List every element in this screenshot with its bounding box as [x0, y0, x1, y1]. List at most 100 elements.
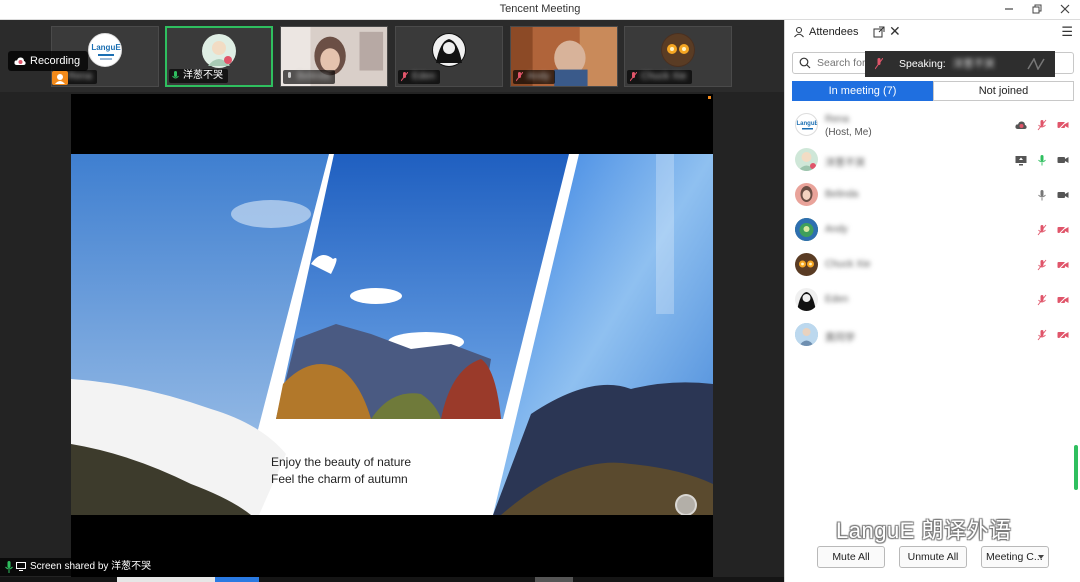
video-area: LanguE Rena 洋葱不哭 Belinda Eden Andy Chuck…	[0, 20, 784, 582]
unmute-all-button[interactable]: Unmute All	[899, 546, 967, 568]
participant-name: Andy	[527, 71, 550, 82]
tab-not-joined[interactable]: Not joined	[933, 81, 1074, 101]
attendees-panel-title: Attendees	[809, 26, 859, 38]
cloud-record-icon	[1015, 119, 1027, 131]
speaking-label: Speaking:	[899, 58, 946, 70]
screen-share-icon	[1015, 154, 1027, 166]
search-icon	[799, 57, 811, 69]
attendee-name: Eden	[825, 294, 849, 305]
avatar	[795, 253, 818, 276]
attendee-status-icons	[1015, 154, 1069, 166]
attendee-row[interactable]: Andy	[785, 213, 1080, 247]
participant-nametag: Andy	[513, 70, 555, 84]
recording-indicator[interactable]: Recording	[8, 51, 89, 71]
window-controls	[1002, 2, 1072, 16]
participant-thumbnail[interactable]: Chuck Xie	[624, 26, 732, 87]
close-panel-icon[interactable]: ✕	[889, 23, 901, 40]
participant-name: Eden	[412, 71, 436, 82]
minimize-icon[interactable]	[1002, 2, 1016, 16]
attendee-row[interactable]: Chuck Xie	[785, 248, 1080, 282]
attendee-row[interactable]: 黄同学	[785, 318, 1080, 352]
mic-muted-icon	[401, 72, 408, 82]
attendee-row[interactable]: Eden	[785, 283, 1080, 317]
mic-active-icon[interactable]	[1036, 154, 1048, 166]
attendee-status-icons	[1036, 329, 1069, 341]
mute-all-button[interactable]: Mute All	[817, 546, 885, 568]
camera-on-icon[interactable]	[1057, 154, 1069, 166]
mic-active-icon	[5, 561, 13, 573]
avatar	[432, 33, 466, 67]
wechat-logo-icon	[796, 519, 830, 543]
restore-icon[interactable]	[1030, 2, 1044, 16]
attendee-row[interactable]: Belinda	[785, 178, 1080, 212]
window-title: Tencent Meeting	[499, 3, 581, 15]
attendees-icon	[794, 27, 804, 38]
taskbar-strip	[0, 577, 784, 582]
participant-thumbnail[interactable]: Andy	[510, 26, 618, 87]
screen-shared-by-label: Screen shared by 洋葱不哭	[30, 561, 152, 572]
mic-muted-icon[interactable]	[1036, 259, 1048, 271]
mic-muted-icon	[875, 58, 883, 70]
attendee-name: Rena	[825, 114, 849, 125]
meeting-controls-label: Meeting C...	[986, 551, 1043, 563]
slide-caption-line-2: Feel the charm of autumn	[271, 472, 408, 486]
taskbar-item[interactable]	[117, 577, 215, 582]
meeting-controls-dropdown[interactable]: Meeting C...	[981, 546, 1049, 568]
slide: Enjoy the beauty of nature Feel the char…	[71, 154, 713, 515]
attendee-status-icons	[1036, 294, 1069, 306]
participant-nametag: Belinda	[283, 70, 336, 84]
participant-thumbnail-active[interactable]: 洋葱不哭	[165, 26, 273, 87]
mic-muted-icon[interactable]	[1036, 224, 1048, 236]
attendees-panel: Attendees ✕ ☰ Speaking: 洋葱不哭 In meeting …	[784, 20, 1080, 582]
avatar: LanguE	[795, 113, 818, 136]
logo-text: LanguE	[91, 43, 121, 52]
camera-off-icon[interactable]	[1057, 329, 1069, 341]
attendee-status-icons	[1036, 189, 1069, 201]
attendee-status-icons	[1015, 119, 1069, 131]
taskbar-item-active[interactable]	[215, 577, 259, 582]
avatar	[795, 148, 818, 171]
participant-nametag: 洋葱不哭	[169, 69, 228, 83]
mic-muted-icon[interactable]	[1036, 329, 1048, 341]
attendee-name: Chuck Xie	[825, 259, 871, 270]
participant-name: Belinda	[297, 71, 331, 82]
avatar	[202, 34, 236, 68]
mic-muted-icon[interactable]	[1036, 119, 1048, 131]
tab-in-meeting[interactable]: In meeting (7)	[792, 81, 933, 101]
mic-muted-icon	[516, 72, 523, 82]
attendee-status-icons	[1036, 224, 1069, 236]
camera-on-icon[interactable]	[1057, 189, 1069, 201]
screen-share-icon	[16, 562, 26, 571]
host-badge-icon	[52, 71, 68, 85]
attendee-row[interactable]: 洋葱不哭	[785, 143, 1080, 177]
close-window-icon[interactable]	[1058, 2, 1072, 16]
attendees-panel-header: Attendees ✕ ☰	[785, 20, 1080, 44]
attendee-role: (Host, Me)	[825, 127, 872, 138]
panel-menu-icon[interactable]: ☰	[1061, 24, 1073, 40]
camera-off-icon[interactable]	[1057, 259, 1069, 271]
attendee-row[interactable]: LanguE Rena (Host, Me)	[785, 108, 1080, 142]
speaking-indicator: Speaking: 洋葱不哭	[865, 51, 1055, 77]
pointer-indicator	[675, 494, 697, 515]
screen-shared-by-bar: Screen shared by 洋葱不哭	[0, 558, 158, 576]
attendee-name: 洋葱不哭	[825, 158, 865, 169]
camera-off-icon[interactable]	[1057, 119, 1069, 131]
mic-muted-icon	[630, 72, 637, 82]
mic-muted-icon[interactable]	[1036, 294, 1048, 306]
participant-thumbnail[interactable]: Eden	[395, 26, 503, 87]
camera-off-icon[interactable]	[1057, 294, 1069, 306]
recording-label: Recording	[30, 55, 81, 67]
mic-icon	[288, 72, 291, 78]
mic-icon[interactable]	[1036, 189, 1048, 201]
pop-out-icon[interactable]	[873, 26, 885, 38]
watermark-text: LanguE 朗译外语	[836, 518, 1012, 543]
attendee-list-scrollbar[interactable]	[1074, 445, 1078, 490]
logo-avatar: LanguE	[88, 33, 122, 67]
camera-off-icon[interactable]	[1057, 224, 1069, 236]
participant-name: 洋葱不哭	[183, 70, 223, 81]
participant-thumbnail[interactable]: Belinda	[280, 26, 388, 87]
title-bar: Tencent Meeting	[0, 0, 1080, 20]
attendee-tabs: In meeting (7) Not joined	[792, 81, 1074, 101]
taskbar-item[interactable]	[535, 577, 573, 582]
speaking-name: 洋葱不哭	[952, 58, 995, 70]
